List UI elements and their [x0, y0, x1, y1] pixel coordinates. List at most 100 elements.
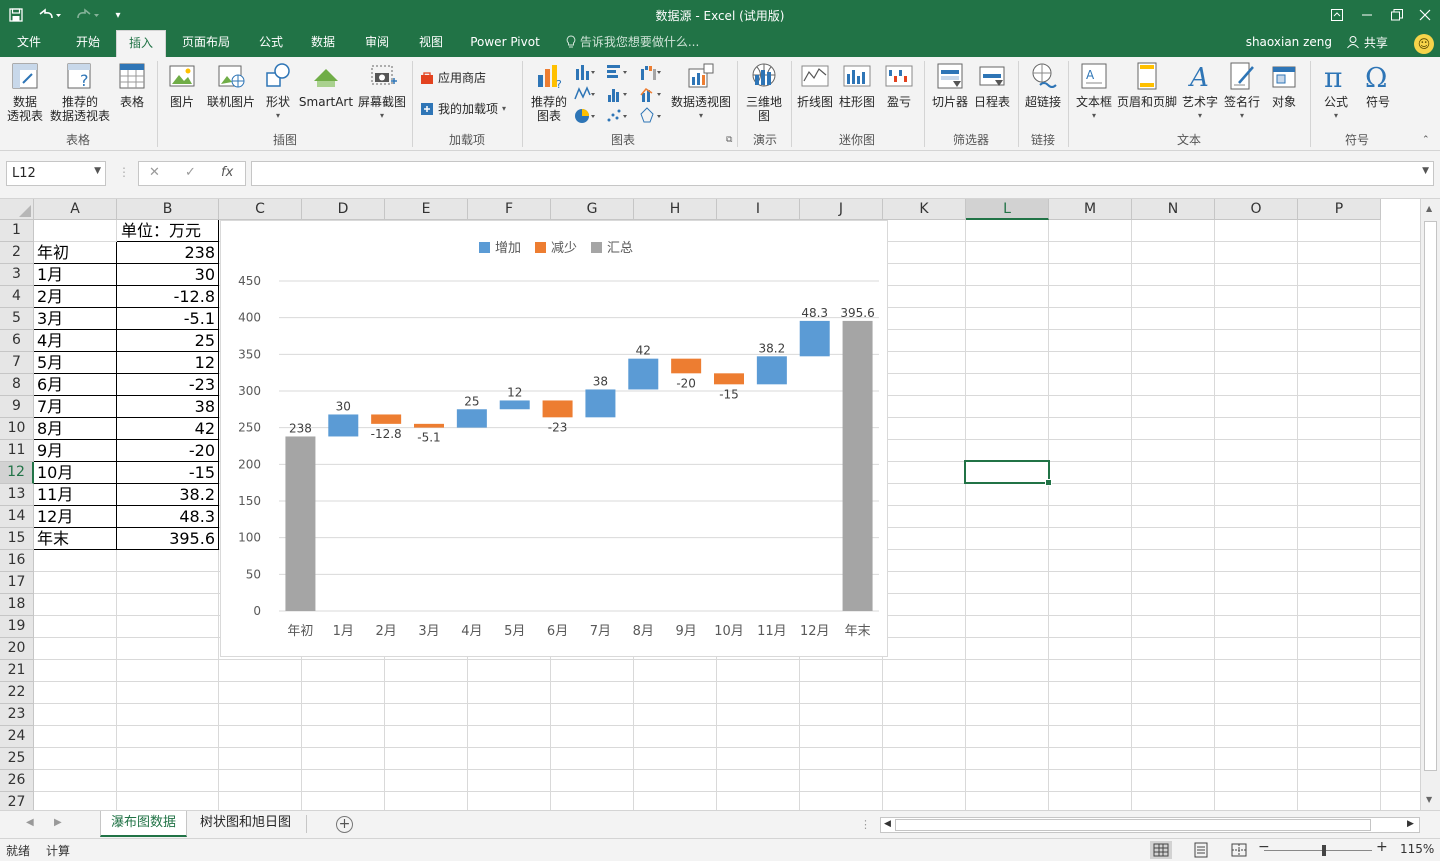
horizontal-scrollbar[interactable]: ◀ ▶ [880, 817, 1420, 833]
screenshot-button[interactable]: 屏幕截图 ▾ [356, 61, 408, 123]
row-header-21[interactable]: 21 [0, 660, 34, 682]
select-all-corner[interactable] [0, 199, 34, 220]
pivot-chart-button[interactable]: 数据透视图 ▾ [670, 61, 732, 123]
user-name[interactable]: shaoxian zeng [1246, 30, 1332, 57]
column-header-d[interactable]: D [302, 199, 385, 220]
3d-map-button[interactable]: 三维地 图 [742, 61, 786, 123]
tab-split-handle-icon[interactable]: ⋮ [860, 818, 871, 831]
prev-sheet-icon[interactable]: ◀ [26, 817, 34, 828]
scatter-chart-icon[interactable] [606, 107, 628, 125]
vertical-scroll-thumb[interactable] [1424, 221, 1437, 771]
sheet-tab-waterfall[interactable]: 瀑布图数据 [100, 811, 188, 837]
column-header-i[interactable]: I [717, 199, 800, 220]
recommended-charts-button[interactable]: ? 推荐的 图表 [528, 61, 570, 123]
row-header-16[interactable]: 16 [0, 550, 34, 572]
column-chart-icon[interactable] [574, 63, 596, 81]
next-sheet-icon[interactable]: ▶ [54, 817, 62, 828]
recommended-pivot-button[interactable]: ? 推荐的 数据透视表 [48, 61, 112, 123]
row-header-7[interactable]: 7 [0, 352, 34, 374]
row-header-18[interactable]: 18 [0, 594, 34, 616]
table-button[interactable]: 表格 [114, 61, 150, 109]
object-button[interactable]: 对象 [1264, 61, 1304, 109]
close-icon[interactable] [1410, 0, 1440, 30]
column-header-n[interactable]: N [1132, 199, 1215, 220]
tab-page-layout[interactable]: 页面布局 [174, 30, 238, 57]
row-header-12[interactable]: 12 [0, 462, 34, 484]
row-header-8[interactable]: 8 [0, 374, 34, 396]
sheet-tab-treemap[interactable]: 树状图和旭日图 [190, 811, 301, 837]
value-cell[interactable]: -20 [117, 440, 219, 462]
textbox-button[interactable]: A 文本框 ▾ [1074, 61, 1114, 123]
tab-power-pivot[interactable]: Power Pivot [462, 30, 548, 57]
tab-file[interactable]: 文件 [6, 30, 52, 57]
tab-formulas[interactable]: 公式 [250, 30, 292, 57]
column-header-h[interactable]: H [634, 199, 717, 220]
line-chart-icon[interactable] [574, 85, 596, 103]
value-cell[interactable]: -15 [117, 462, 219, 484]
page-break-view-icon[interactable] [1228, 841, 1250, 859]
column-header-j[interactable]: J [800, 199, 883, 220]
smiley-feedback-icon[interactable]: ☺ [1414, 34, 1434, 54]
formula-input[interactable]: ▼ [251, 161, 1434, 186]
value-cell[interactable]: 25 [117, 330, 219, 352]
equation-button[interactable]: π 公式 ▾ [1316, 61, 1356, 123]
row-header-1[interactable]: 1 [0, 220, 34, 242]
row-header-24[interactable]: 24 [0, 726, 34, 748]
hyperlink-button[interactable]: 超链接 [1022, 61, 1064, 109]
label-cell[interactable]: 10月 [34, 462, 117, 484]
zoom-slider-knob[interactable] [1322, 845, 1326, 856]
my-addins-button[interactable]: 我的加载项 ▾ [420, 100, 506, 117]
vertical-scrollbar[interactable]: ▲ ▼ [1420, 199, 1440, 810]
row-header-26[interactable]: 26 [0, 770, 34, 792]
sparkline-winloss-button[interactable]: 盈亏 [880, 61, 918, 109]
chevron-down-icon[interactable]: ▼ [94, 166, 101, 176]
combo-chart-icon[interactable] [640, 85, 662, 103]
column-header-k[interactable]: K [883, 199, 966, 220]
stat-chart-icon[interactable] [606, 85, 628, 103]
picture-button[interactable]: 图片 [164, 61, 200, 109]
label-cell[interactable]: 4月 [34, 330, 117, 352]
label-cell[interactable]: 2月 [34, 286, 117, 308]
row-header-15[interactable]: 15 [0, 528, 34, 550]
bar-chart-icon[interactable] [606, 63, 628, 81]
label-cell[interactable]: 3月 [34, 308, 117, 330]
value-cell[interactable]: 48.3 [117, 506, 219, 528]
column-header-e[interactable]: E [385, 199, 468, 220]
column-header-l[interactable]: L [966, 199, 1049, 220]
collapse-ribbon-icon[interactable]: ⌃ [1422, 135, 1430, 145]
formula-bar-splitter-icon[interactable]: ⋮ [118, 165, 130, 179]
row-header-22[interactable]: 22 [0, 682, 34, 704]
row-header-17[interactable]: 17 [0, 572, 34, 594]
slicer-button[interactable]: 切片器 [930, 61, 970, 109]
value-cell[interactable]: 12 [117, 352, 219, 374]
scroll-down-icon[interactable]: ▼ [1426, 795, 1432, 804]
enter-icon[interactable]: ✓ [185, 165, 196, 180]
row-header-25[interactable]: 25 [0, 748, 34, 770]
column-header-m[interactable]: M [1049, 199, 1132, 220]
label-cell[interactable]: 8月 [34, 418, 117, 440]
column-header-f[interactable]: F [468, 199, 551, 220]
name-box[interactable]: L12 ▼ [6, 161, 106, 186]
label-cell[interactable]: 年初 [34, 242, 117, 264]
ribbon-display-options-icon[interactable] [1322, 0, 1352, 30]
normal-view-icon[interactable] [1150, 841, 1172, 859]
row-header-19[interactable]: 19 [0, 616, 34, 638]
online-picture-button[interactable]: 联机图片 [204, 61, 258, 109]
row-header-5[interactable]: 5 [0, 308, 34, 330]
value-cell[interactable]: -12.8 [117, 286, 219, 308]
column-header-g[interactable]: G [551, 199, 634, 220]
zoom-slider[interactable] [1264, 845, 1372, 856]
row-header-2[interactable]: 2 [0, 242, 34, 264]
waterfall-chart-icon[interactable] [640, 63, 662, 81]
cancel-icon[interactable]: ✕ [149, 165, 160, 180]
row-header-4[interactable]: 4 [0, 286, 34, 308]
label-cell[interactable]: 7月 [34, 396, 117, 418]
label-cell[interactable]: 12月 [34, 506, 117, 528]
label-cell[interactable]: 年末 [34, 528, 117, 550]
label-cell[interactable]: 1月 [34, 264, 117, 286]
expand-formula-bar-icon[interactable]: ▼ [1422, 166, 1429, 176]
value-cell[interactable]: 38 [117, 396, 219, 418]
header-footer-button[interactable]: 页眉和页脚 [1116, 61, 1178, 109]
tab-review[interactable]: 审阅 [356, 30, 398, 57]
row-header-10[interactable]: 10 [0, 418, 34, 440]
